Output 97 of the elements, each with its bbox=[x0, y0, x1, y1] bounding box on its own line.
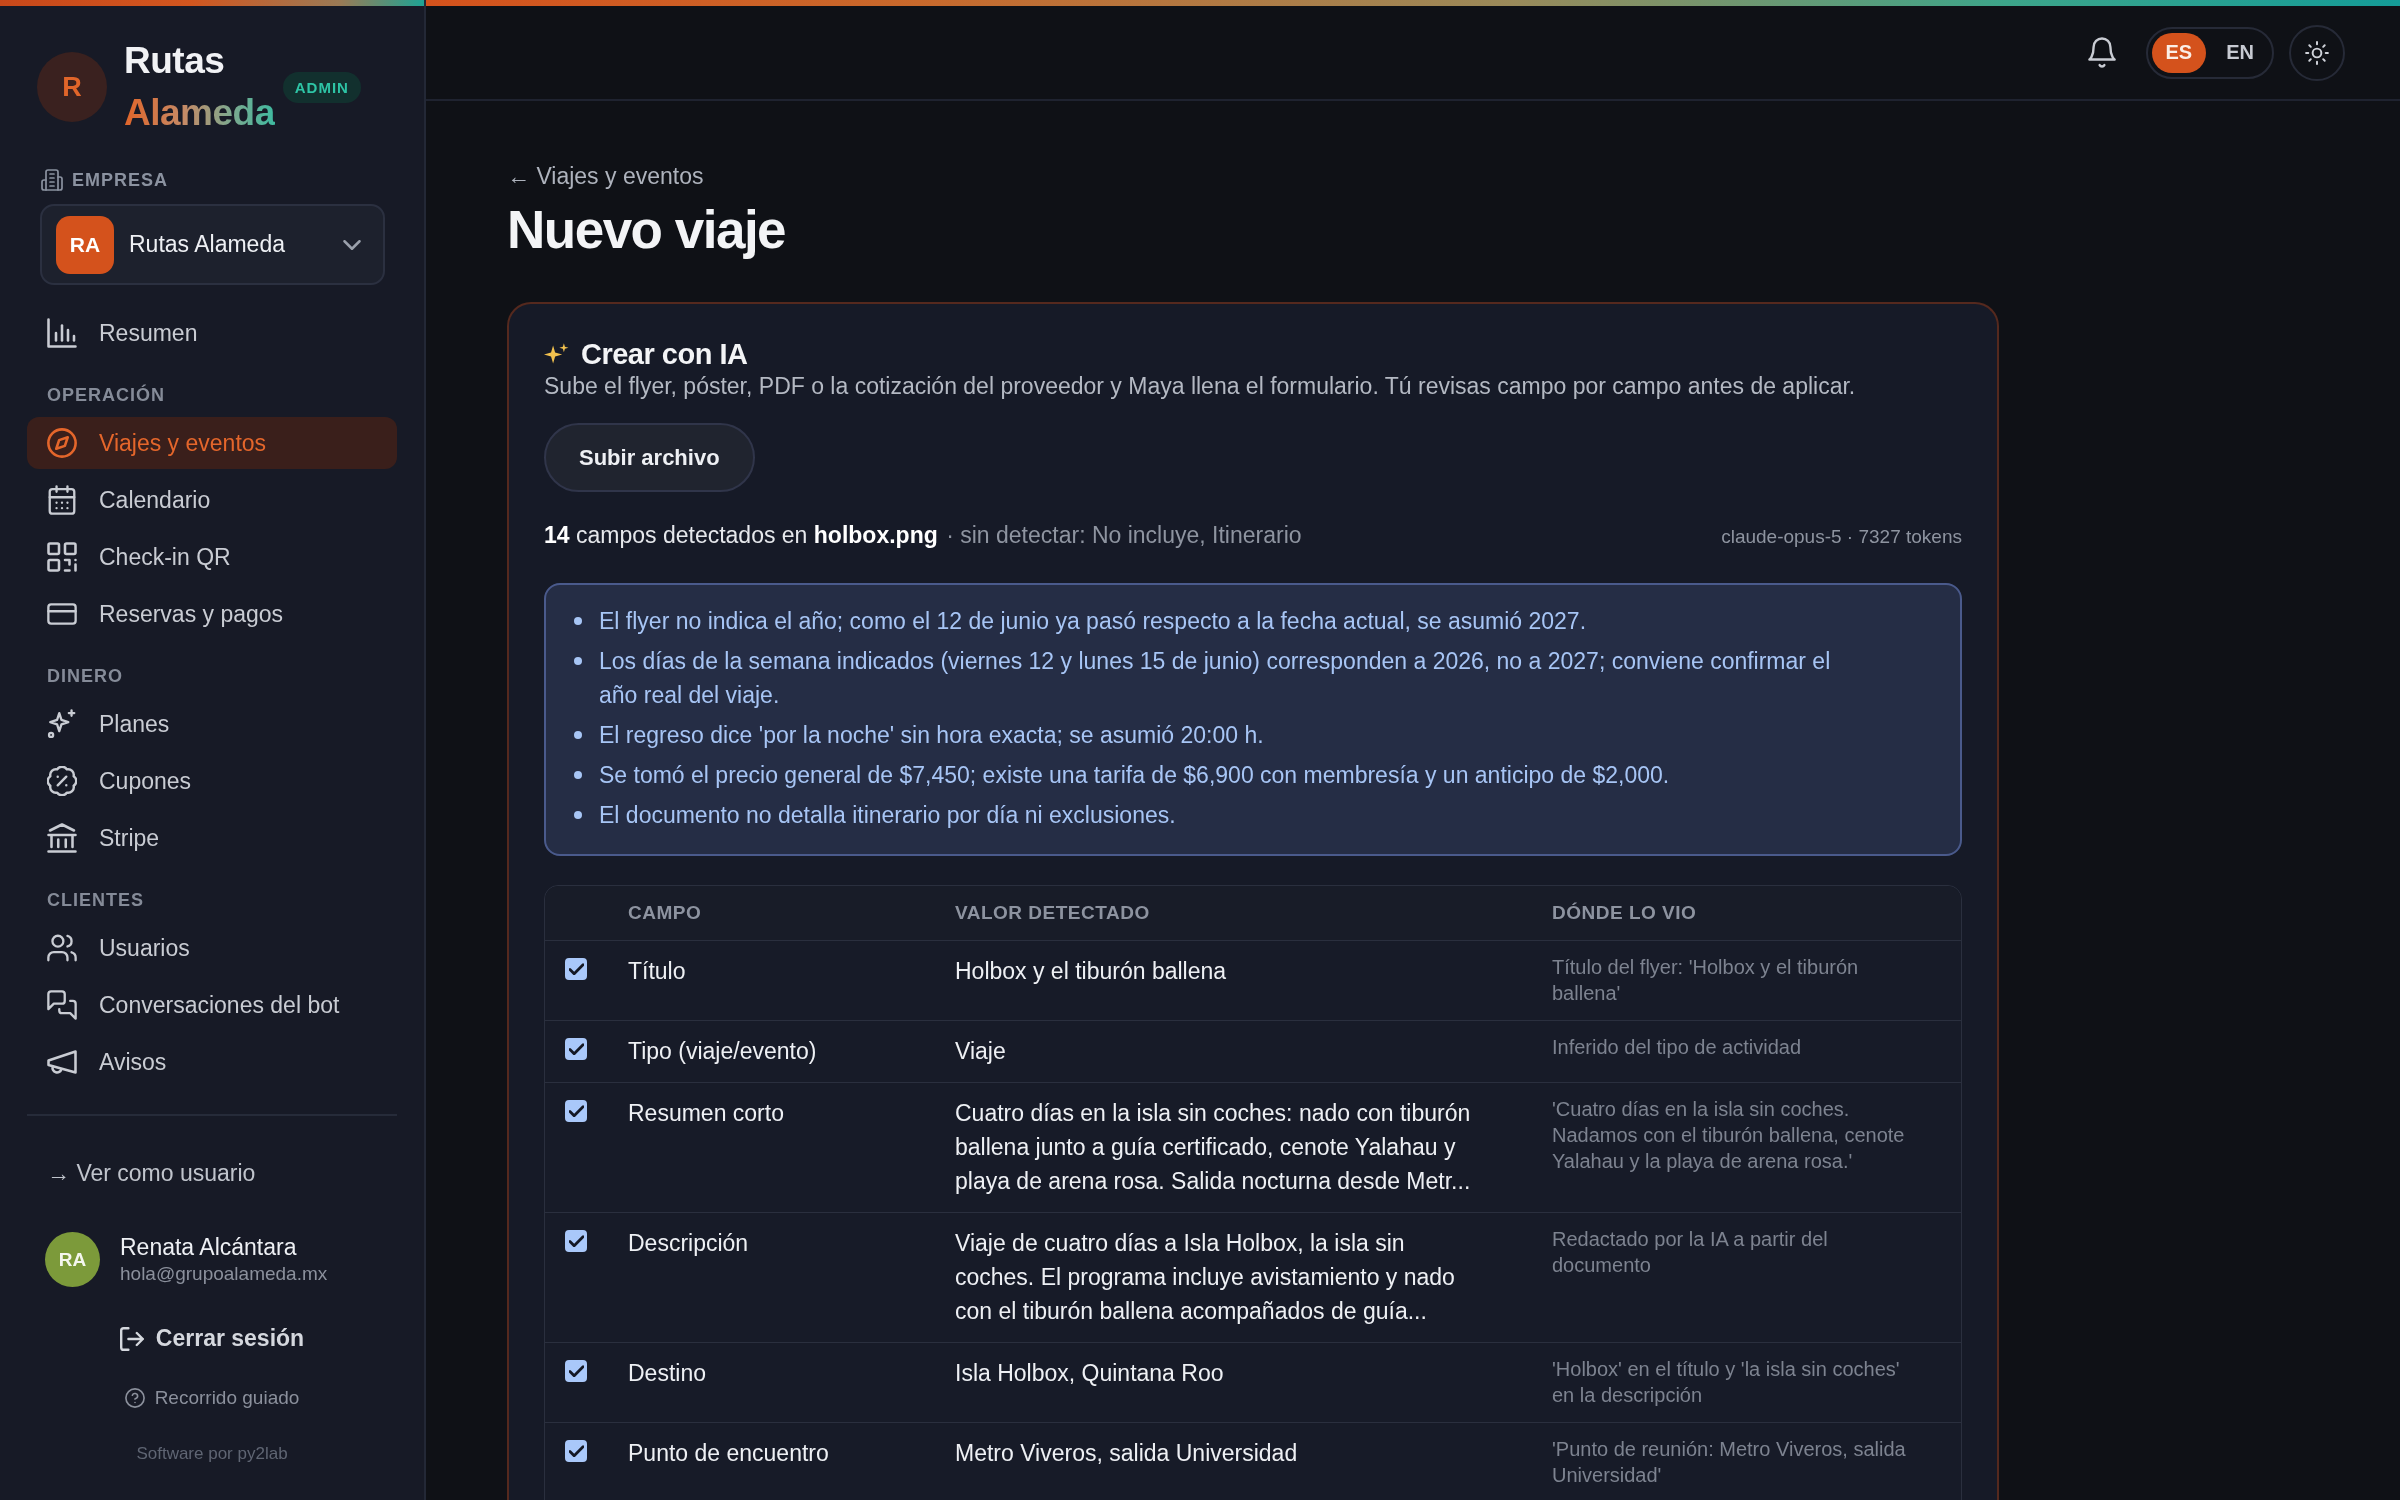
note-text: El flyer no indica el año; como el 12 de junio ya pasó respecto a la fecha actual, se asumió 2027. bbox=[599, 607, 1587, 636]
row-checkbox[interactable] bbox=[565, 958, 587, 980]
company-avatar: RA bbox=[56, 215, 114, 274]
field-name: Tipo (viaje/evento) bbox=[628, 1037, 818, 1066]
column-header: CAMPO bbox=[627, 902, 703, 924]
source-note: Título del flyer: 'Holbox y el tiburón ballena' bbox=[1552, 955, 1860, 1006]
detected-value: Viaje de cuatro días a Isla Holbox, la isla sin coches. El programa incluye avistamiento y nado con el tiburón ballena acompañados de guía... bbox=[955, 1229, 1456, 1326]
column-header: DÓNDE LO VIO bbox=[1551, 902, 1698, 924]
checkmark-icon bbox=[568, 1365, 584, 1377]
user-avatar: RA bbox=[45, 1232, 100, 1287]
bullet-icon bbox=[574, 771, 582, 779]
field-name: Descripción bbox=[628, 1229, 750, 1258]
view-as-user-link[interactable]: → Ver como usuario bbox=[47, 1158, 397, 1188]
qr-code-icon bbox=[47, 542, 77, 572]
nav-item[interactable]: Stripe bbox=[27, 812, 397, 864]
nav-item[interactable]: Cupones bbox=[27, 755, 397, 807]
nav-item[interactable]: Check-in QR bbox=[27, 531, 397, 583]
row-checkbox[interactable] bbox=[565, 1230, 587, 1252]
company-select[interactable]: RA Rutas Alameda bbox=[40, 204, 385, 285]
bullet-icon bbox=[574, 617, 582, 625]
detected-value: Cuatro días en la isla sin coches: nado con tiburón ballena junto a guía certificado, cenote Yalahau y playa de arena rosa. Salida nocturna desde Metr... bbox=[955, 1099, 1472, 1196]
percent-badge-icon bbox=[47, 766, 77, 796]
checkmark-icon bbox=[568, 1235, 584, 1247]
section-heading: CLIENTES bbox=[46, 890, 145, 910]
source-note: Redactado por la IA a partir del documento bbox=[1552, 1227, 1829, 1278]
checkmark-icon bbox=[568, 1105, 584, 1117]
row-checkbox[interactable] bbox=[565, 1100, 587, 1122]
section-heading: DINERO bbox=[46, 666, 124, 686]
nav-item[interactable]: Usuarios bbox=[27, 922, 397, 974]
row-checkbox[interactable] bbox=[565, 1360, 587, 1382]
detected-value: Isla Holbox, Quintana Roo bbox=[955, 1359, 1225, 1388]
language-option[interactable]: ES bbox=[2151, 32, 2207, 73]
row-checkbox[interactable] bbox=[565, 1038, 587, 1060]
nav-item[interactable]: Avisos bbox=[27, 1036, 397, 1088]
bell-icon[interactable] bbox=[2087, 37, 2116, 68]
card-title: Crear con IA bbox=[581, 337, 748, 371]
bullet-icon bbox=[574, 731, 582, 739]
chevron-down-icon bbox=[343, 239, 361, 250]
field-name: Punto de encuentro bbox=[628, 1439, 830, 1468]
source-note: 'Cuatro días en la isla sin coches. Nadamos con el tiburón ballena, cenote Yalahau y la playa de arena rosa.' bbox=[1552, 1097, 1906, 1174]
users-icon bbox=[47, 933, 77, 963]
logout-button[interactable]: Cerrar sesión bbox=[109, 1319, 315, 1358]
nav-item[interactable]: Planes bbox=[27, 698, 397, 750]
back-link[interactable]: ← Viajes y eventos bbox=[507, 161, 704, 191]
note-text: Se tomó el precio general de $7,450; existe una tarifa de $6,900 con membresía y un anticipo de $2,000. bbox=[599, 761, 1670, 790]
row-checkbox[interactable] bbox=[565, 1440, 587, 1462]
nav-item[interactable]: Resumen bbox=[27, 307, 397, 359]
nav-item[interactable]: Conversaciones del bot bbox=[27, 979, 397, 1031]
detected-summary: 14 campos detectados en holbox.png bbox=[544, 522, 938, 548]
megaphone-icon bbox=[47, 1047, 77, 1077]
field-name: Título bbox=[628, 957, 687, 986]
theme-toggle-button[interactable] bbox=[2289, 24, 2345, 81]
upload-file-button[interactable]: Subir archivo bbox=[544, 423, 755, 492]
section-heading: OPERACIÓN bbox=[46, 385, 166, 405]
note-text: El documento no detalla itinerario por día ni exclusiones. bbox=[599, 801, 1176, 830]
field-name: Destino bbox=[628, 1359, 707, 1388]
model-info: claude-opus-5 · 7327 tokens bbox=[1721, 525, 1962, 549]
bank-icon bbox=[47, 823, 77, 853]
checkmark-icon bbox=[568, 1445, 584, 1457]
sun-icon bbox=[2305, 40, 2329, 65]
calendar-icon bbox=[47, 485, 77, 515]
section-label: EMPRESA bbox=[72, 169, 168, 191]
logo-avatar: R bbox=[37, 52, 107, 122]
credit-text: Software por py2lab bbox=[136, 1443, 288, 1465]
note-text: El regreso dice 'por la noche' sin hora exacta; se asumió 20:00 h. bbox=[599, 721, 1264, 750]
field-name: Resumen corto bbox=[628, 1099, 785, 1128]
logout-icon bbox=[119, 1326, 144, 1351]
checkmark-icon bbox=[568, 963, 584, 975]
user-email: hola@grupoalameda.mx bbox=[120, 1261, 328, 1286]
guided-tour-link[interactable]: Recorrido guiado bbox=[124, 1384, 300, 1412]
compass-icon bbox=[47, 428, 77, 458]
card-description: Sube el flyer, póster, PDF o la cotización del proveedor y Maya llena el formulario. Tú revisas campo por campo antes de aplicar. bbox=[544, 372, 1857, 401]
chat-bubbles-icon bbox=[47, 990, 77, 1020]
detected-value: Metro Viveros, salida Universidad bbox=[955, 1439, 1299, 1468]
nav-item[interactable]: Viajes y eventos bbox=[27, 417, 397, 469]
language-toggle[interactable]: ES EN bbox=[2145, 26, 2274, 79]
language-option[interactable]: EN bbox=[2212, 32, 2268, 73]
page-title: Nuevo viaje bbox=[507, 200, 786, 260]
nav-item[interactable]: Reservas y pagos bbox=[27, 588, 397, 640]
role-badge: ADMIN bbox=[282, 71, 361, 103]
detected-value: Holbox y el tiburón ballena bbox=[955, 957, 1228, 986]
sparkles-icon bbox=[47, 709, 77, 739]
help-circle-icon bbox=[124, 1388, 145, 1408]
checkmark-icon bbox=[568, 1043, 584, 1055]
column-header: VALOR DETECTADO bbox=[954, 902, 1151, 924]
user-name: Renata Alcántara bbox=[120, 1232, 298, 1261]
source-note: 'Punto de reunión: Metro Viveros, salida Universidad' bbox=[1552, 1437, 1907, 1488]
bullet-icon bbox=[574, 811, 582, 819]
source-note: 'Holbox' en el título y 'la isla sin coches' en la descripción bbox=[1552, 1357, 1901, 1408]
bullet-icon bbox=[574, 657, 582, 665]
missing-fields-note: · sin detectar: No incluye, Itinerario bbox=[946, 522, 1302, 548]
nav-item[interactable]: Calendario bbox=[27, 474, 397, 526]
building-icon bbox=[41, 169, 63, 191]
note-text: Los días de la semana indicados (viernes 12 y lunes 15 de junio) corresponden a 2026, no a 2027; conviene confirmar el año real del viaje. bbox=[599, 647, 1832, 710]
bar-chart-icon bbox=[47, 318, 77, 348]
detected-value: Viaje bbox=[955, 1037, 1007, 1066]
source-note: Inferido del tipo de actividad bbox=[1552, 1035, 1803, 1060]
